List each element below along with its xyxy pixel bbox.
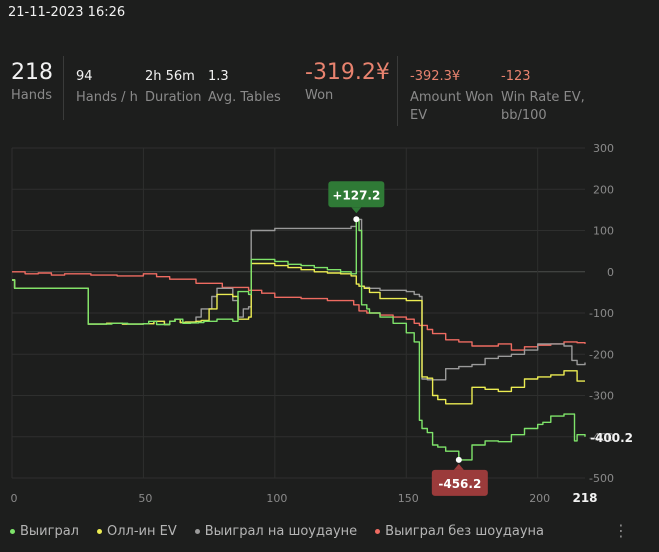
max-point [353, 216, 360, 223]
profit-chart[interactable]: 3002001000-100-200-300-400-5000 50 100 150 2… [0, 140, 659, 520]
stat-avg-tables: 1.3 Avg. Tables [208, 69, 281, 107]
end-value-label: -400.2 [590, 431, 633, 445]
y-tick-label: 300 [593, 142, 614, 155]
series-line-3 [12, 271, 586, 351]
stat-amount-won-ev: -392.3¥ Amount Won EV [410, 69, 494, 125]
stat-win-rate-ev-label: Win Rate EV, bb/100 [501, 90, 585, 123]
x-tick-label: 150 [398, 492, 419, 505]
stat-win-rate-ev-value: -123 [501, 69, 531, 84]
min-point [455, 456, 462, 463]
stat-win-rate-ev: -123 Win Rate EV, bb/100 [501, 69, 585, 125]
stat-amount-won-ev-label: Amount Won EV [410, 90, 494, 123]
x-tick-label: 50 [138, 492, 152, 505]
x-tick-label: 100 [266, 492, 287, 505]
stat-divider [397, 56, 398, 126]
max-badge-label: +127.2 [332, 188, 380, 202]
x-tick-label: 200 [529, 492, 550, 505]
legend-dot-icon [10, 529, 15, 534]
stat-hands-label: Hands [11, 88, 53, 103]
stat-avg-tables-value: 1.3 [208, 69, 229, 84]
stat-avg-tables-label: Avg. Tables [208, 90, 281, 105]
stat-won-label: Won [305, 88, 334, 103]
x-tick-label: 218 [572, 491, 597, 505]
stat-hands: 218 Hands [11, 60, 53, 105]
x-tick-label: 0 [11, 492, 18, 505]
stat-duration: 2h 56m Duration [145, 69, 201, 107]
stat-hands-per-hour: 94 Hands / h [76, 69, 138, 107]
y-tick-label: -100 [589, 307, 614, 320]
stat-won: -319.2¥ Won [305, 60, 390, 105]
legend-dot-icon [97, 529, 102, 534]
stat-hands-per-hour-label: Hands / h [76, 90, 138, 105]
legend-dot-icon [375, 529, 381, 534]
series-line-2 [12, 218, 586, 381]
legend-item-showdown[interactable]: Выиграл на шоудауне [194, 524, 357, 539]
stat-duration-label: Duration [145, 90, 202, 105]
stat-amount-won-ev-value: -392.3¥ [410, 69, 461, 84]
min-badge-label: -456.2 [438, 477, 481, 491]
stat-divider [63, 56, 64, 120]
legend-dot-icon [194, 529, 200, 534]
chart-legend: Выиграл Олл-ин EV Выиграл на шоудауне Вы… [10, 524, 544, 539]
stat-hands-value: 218 [11, 60, 53, 85]
max-badge-pointer [351, 207, 362, 214]
y-tick-label: 0 [607, 266, 614, 279]
legend-item-non-showdown[interactable]: Выиграл без шоудауна [375, 524, 544, 539]
series-line-0 [12, 218, 586, 461]
series-line-1 [12, 262, 585, 405]
stat-duration-value: 2h 56m [145, 69, 195, 84]
more-options-icon[interactable]: ⋮ [613, 521, 629, 540]
legend-item-allin-ev[interactable]: Олл-ин EV [97, 524, 177, 539]
y-tick-label: 100 [593, 225, 614, 238]
session-datetime: 21-11-2023 16:26 [8, 5, 126, 20]
y-tick-label: -300 [589, 390, 614, 403]
y-tick-label: -200 [589, 348, 614, 361]
min-badge-pointer [453, 463, 464, 470]
y-tick-label: 200 [593, 183, 614, 196]
legend-item-won[interactable]: Выиграл [10, 524, 79, 539]
y-tick-label: -500 [589, 472, 614, 485]
stat-hands-per-hour-value: 94 [76, 69, 93, 84]
stat-won-value: -319.2¥ [305, 60, 390, 85]
